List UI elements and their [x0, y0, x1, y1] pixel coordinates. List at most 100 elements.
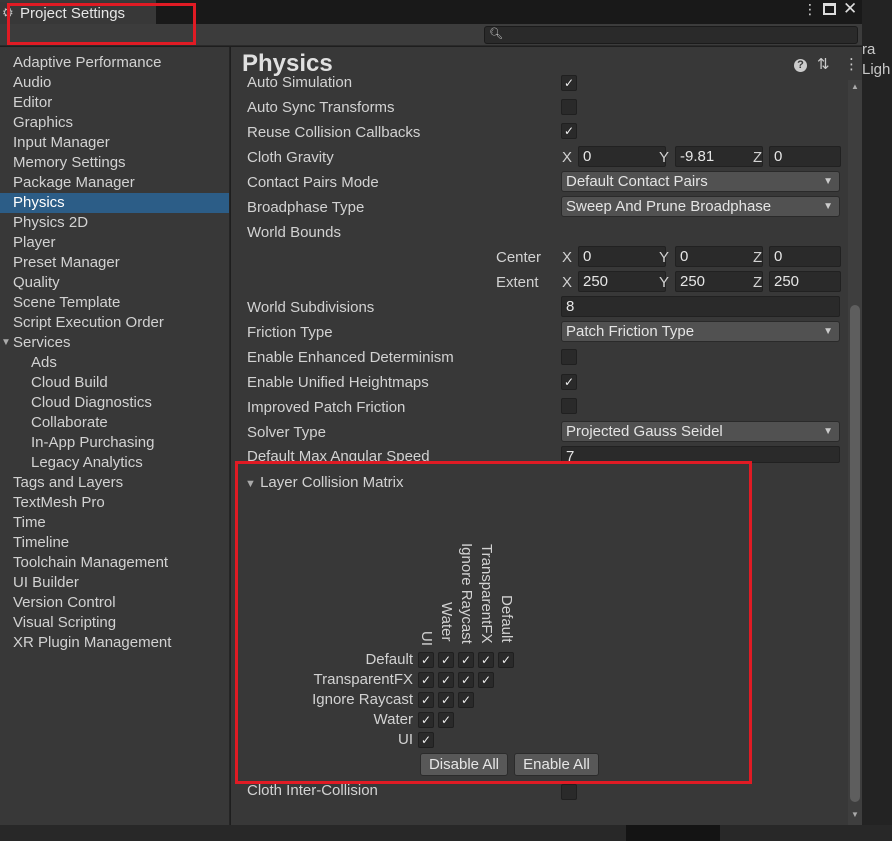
sidebar-item-label: Adaptive Performance: [13, 54, 162, 71]
sidebar-item-label: Collaborate: [31, 414, 108, 431]
sidebar-item[interactable]: TextMesh Pro: [0, 493, 229, 513]
sidebar-item[interactable]: Time: [0, 513, 229, 533]
z-axis-label: Z: [753, 149, 763, 166]
sidebar-item[interactable]: Player: [0, 233, 229, 253]
sidebar-item[interactable]: Physics 2D: [0, 213, 229, 233]
right-background-panel: [862, 0, 892, 841]
sidebar-item-label: Version Control: [13, 594, 116, 611]
auto-simulation-checkbox[interactable]: ✓: [561, 75, 577, 91]
close-icon[interactable]: ✕: [843, 0, 857, 19]
sidebar-item-label: Package Manager: [13, 174, 135, 191]
sidebar-item-label: Cloud Diagnostics: [31, 394, 152, 411]
auto-sync-checkbox[interactable]: [561, 99, 577, 115]
sidebar-item[interactable]: Scene Template: [0, 293, 229, 313]
sidebar-item-label: XR Plugin Management: [13, 634, 172, 651]
sidebar-item[interactable]: Editor: [0, 93, 229, 113]
sidebar-item[interactable]: Timeline: [0, 533, 229, 553]
sidebar-item-label: Time: [13, 514, 46, 531]
sidebar-item[interactable]: Cloud Build: [0, 373, 229, 393]
sidebar-item-label: Toolchain Management: [13, 554, 169, 571]
sidebar-item-label: Services: [13, 334, 71, 351]
solver-type-dropdown[interactable]: Projected Gauss Seidel ▼: [561, 421, 840, 442]
y-axis-label: Y: [659, 274, 670, 291]
sidebar-item[interactable]: XR Plugin Management: [0, 633, 229, 653]
y-axis-label: Y: [659, 149, 670, 166]
enhanced-determinism-checkbox[interactable]: [561, 349, 577, 365]
scroll-down-arrow-icon[interactable]: ▼: [851, 810, 859, 819]
sidebar-item-label: Physics: [13, 194, 65, 211]
sidebar-item[interactable]: Collaborate: [0, 413, 229, 433]
center-y-field[interactable]: 0: [675, 246, 763, 267]
improved-patch-checkbox[interactable]: [561, 398, 577, 414]
search-input[interactable]: [484, 26, 858, 44]
sidebar-item[interactable]: Toolchain Management: [0, 553, 229, 573]
sidebar-item-label: Preset Manager: [13, 254, 120, 271]
sidebar-item[interactable]: Tags and Layers: [0, 473, 229, 493]
sidebar-item[interactable]: Input Manager: [0, 133, 229, 153]
sidebar-item[interactable]: Adaptive Performance: [0, 53, 229, 73]
sidebar-item-label: UI Builder: [13, 574, 79, 591]
z-axis-label: Z: [753, 274, 763, 291]
sidebar-item[interactable]: Script Execution Order: [0, 313, 229, 333]
sidebar-item[interactable]: Cloud Diagnostics: [0, 393, 229, 413]
sidebar-item[interactable]: Visual Scripting: [0, 613, 229, 633]
extent-y-field[interactable]: 250: [675, 271, 763, 292]
world-subdivisions-field[interactable]: 8: [561, 296, 840, 317]
sidebar-item[interactable]: Version Control: [0, 593, 229, 613]
sidebar-item[interactable]: Legacy Analytics: [0, 453, 229, 473]
scrollbar-thumb[interactable]: [850, 305, 860, 802]
contact-pairs-dropdown[interactable]: Default Contact Pairs ▼: [561, 171, 840, 192]
cloth-gravity-y-field[interactable]: -9.81: [675, 146, 763, 167]
center-z-field[interactable]: 0: [769, 246, 841, 267]
solver-type-label: Solver Type: [247, 424, 326, 441]
sidebar-item[interactable]: Ads: [0, 353, 229, 373]
improved-patch-label: Improved Patch Friction: [247, 399, 406, 416]
kebab-menu-icon[interactable]: ⋮: [844, 55, 859, 73]
sidebar-item[interactable]: Package Manager: [0, 173, 229, 193]
bottom-strip: [0, 825, 892, 841]
kebab-menu-icon[interactable]: ⋮: [803, 1, 817, 18]
sidebar-item-label: Player: [13, 234, 56, 251]
sidebar-item-label: Graphics: [13, 114, 74, 131]
cloth-inter-collision-checkbox[interactable]: [561, 784, 577, 800]
unified-heightmaps-checkbox[interactable]: ✓: [561, 374, 577, 390]
extent-z-field[interactable]: 250: [769, 271, 841, 292]
sidebar-item[interactable]: Graphics: [0, 113, 229, 133]
sidebar-item[interactable]: Memory Settings: [0, 153, 229, 173]
extent-x-field[interactable]: 250: [578, 271, 666, 292]
sidebar-item[interactable]: UI Builder: [0, 573, 229, 593]
cloth-gravity-label: Cloth Gravity: [247, 149, 334, 166]
bottom-dark-block: [626, 825, 720, 841]
help-icon[interactable]: ?: [794, 59, 807, 72]
sidebar-item-label: Editor: [13, 94, 53, 111]
broadphase-dropdown[interactable]: Sweep And Prune Broadphase ▼: [561, 196, 840, 217]
sidebar-item[interactable]: Preset Manager: [0, 253, 229, 273]
dropdown-arrow-icon: ▼: [823, 326, 833, 337]
foldout-arrow-icon[interactable]: ▼: [1, 333, 11, 353]
dropdown-arrow-icon: ▼: [823, 201, 833, 212]
sidebar-item-label: Visual Scripting: [13, 614, 117, 631]
annotation-highlight-box: [7, 3, 196, 45]
cloth-gravity-z-field[interactable]: 0: [769, 146, 841, 167]
center-x-field[interactable]: 0: [578, 246, 666, 267]
world-subdivisions-label: World Subdivisions: [247, 299, 375, 316]
friction-type-dropdown[interactable]: Patch Friction Type ▼: [561, 321, 840, 342]
sidebar-item-label: Scene Template: [13, 294, 121, 311]
sidebar-item[interactable]: Audio: [0, 73, 229, 93]
sidebar-item[interactable]: Physics: [0, 193, 229, 213]
contact-pairs-label: Contact Pairs Mode: [247, 174, 379, 191]
right-panel-text-line: Ligh: [862, 61, 891, 78]
sidebar-item[interactable]: Quality: [0, 273, 229, 293]
broadphase-label: Broadphase Type: [247, 199, 365, 216]
friction-type-label: Friction Type: [247, 324, 333, 341]
sidebar-item[interactable]: ▼ Services: [0, 333, 229, 353]
sidebar-item[interactable]: In-App Purchasing: [0, 433, 229, 453]
maximize-icon[interactable]: [823, 3, 836, 15]
reuse-callbacks-checkbox[interactable]: ✓: [561, 123, 577, 139]
sidebar-item-label: TextMesh Pro: [13, 494, 105, 511]
cloth-gravity-x-field[interactable]: 0: [578, 146, 666, 167]
auto-simulation-label: Auto Simulation: [247, 74, 353, 91]
preset-sliders-icon[interactable]: ⇅: [817, 55, 830, 73]
dropdown-value: Default Contact Pairs: [566, 173, 708, 190]
scroll-up-arrow-icon[interactable]: ▲: [851, 82, 859, 91]
